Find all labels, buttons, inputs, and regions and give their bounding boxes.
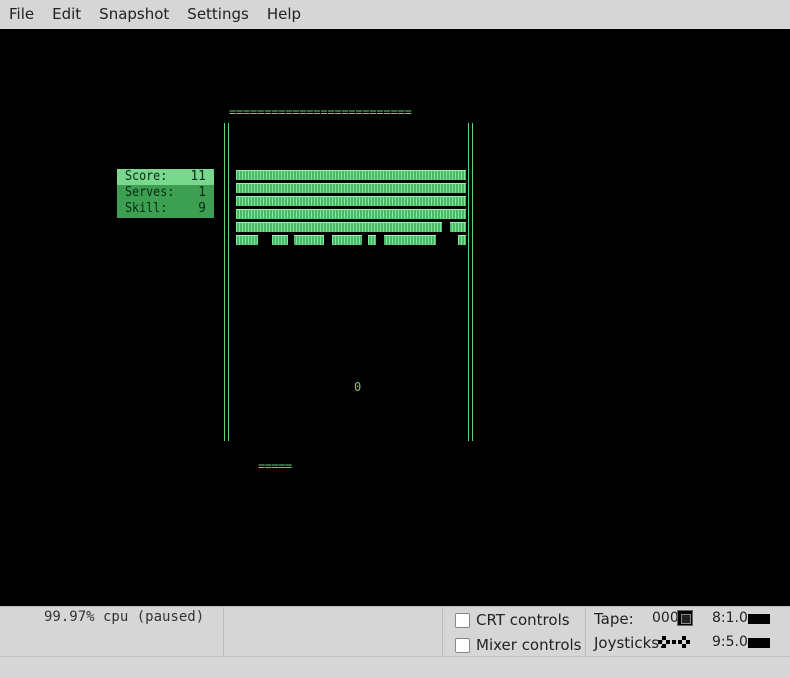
brick-gap [288, 234, 294, 250]
mixer-controls-label: Mixer controls [476, 636, 582, 654]
brick-gap [258, 234, 272, 250]
brick-row [236, 170, 466, 180]
crt-controls-label: CRT controls [476, 611, 570, 629]
brick-row [236, 196, 466, 206]
menu-bar: File Edit Snapshot Settings Help [0, 0, 790, 29]
score-row: Score: 11 [117, 169, 214, 185]
divider [223, 607, 224, 657]
joystick-icon[interactable] [658, 634, 694, 650]
drive-8-led-icon [748, 614, 770, 624]
score-value: 11 [190, 169, 206, 184]
divider [585, 607, 586, 657]
left-wall [223, 123, 233, 441]
brick-gap [362, 234, 368, 250]
ball: 0 [354, 380, 362, 394]
menu-snapshot[interactable]: Snapshot [90, 0, 178, 29]
cpu-status: 99.97% cpu (paused) [44, 609, 205, 625]
drive-9-status: 9:5.0 [712, 634, 748, 650]
brick-row [236, 222, 466, 232]
menu-settings[interactable]: Settings [178, 0, 258, 29]
tape-label: Tape: [594, 610, 634, 628]
crt-controls-toggle[interactable]: CRT controls [455, 611, 570, 629]
bottom-strip [0, 656, 790, 678]
drive-8-status: 8:1.0 [712, 610, 748, 626]
crt-controls-checkbox[interactable] [455, 612, 470, 628]
tape-counter: 000 [652, 610, 679, 626]
score-panel: Score: 11 Serves: 1 Skill: 9 [117, 169, 214, 218]
mixer-controls-toggle[interactable]: Mixer controls [455, 636, 582, 654]
joysticks-label: Joysticks: [594, 634, 665, 652]
menu-edit[interactable]: Edit [43, 0, 90, 29]
skill-value: 9 [198, 201, 206, 216]
score-label: Score: [125, 169, 168, 184]
tape-icon[interactable] [677, 610, 693, 626]
divider [442, 607, 443, 657]
serves-value: 1 [198, 185, 206, 200]
brick-field [236, 170, 466, 250]
brick-row [236, 183, 466, 193]
brick-row [236, 209, 466, 219]
skill-label: Skill: [125, 201, 168, 216]
serves-row: Serves: 1 [117, 185, 214, 201]
brick-gap [436, 234, 458, 250]
paddle: ===== [258, 459, 292, 473]
top-wall: ========================== [229, 105, 412, 119]
skill-row: Skill: 9 [117, 201, 214, 217]
brick-gap [376, 234, 384, 250]
brick-gap [324, 234, 332, 250]
menu-file[interactable]: File [0, 0, 43, 29]
serves-label: Serves: [125, 185, 175, 200]
drive-9-led-icon [748, 638, 770, 648]
menu-help[interactable]: Help [258, 0, 310, 29]
status-bar: 99.97% cpu (paused) CRT controls Mixer c… [0, 606, 790, 657]
emulator-screen[interactable]: ========================== Score: 11 Ser… [0, 29, 790, 606]
mixer-controls-checkbox[interactable] [455, 637, 470, 653]
right-wall [467, 123, 477, 441]
brick-gap [442, 220, 450, 234]
